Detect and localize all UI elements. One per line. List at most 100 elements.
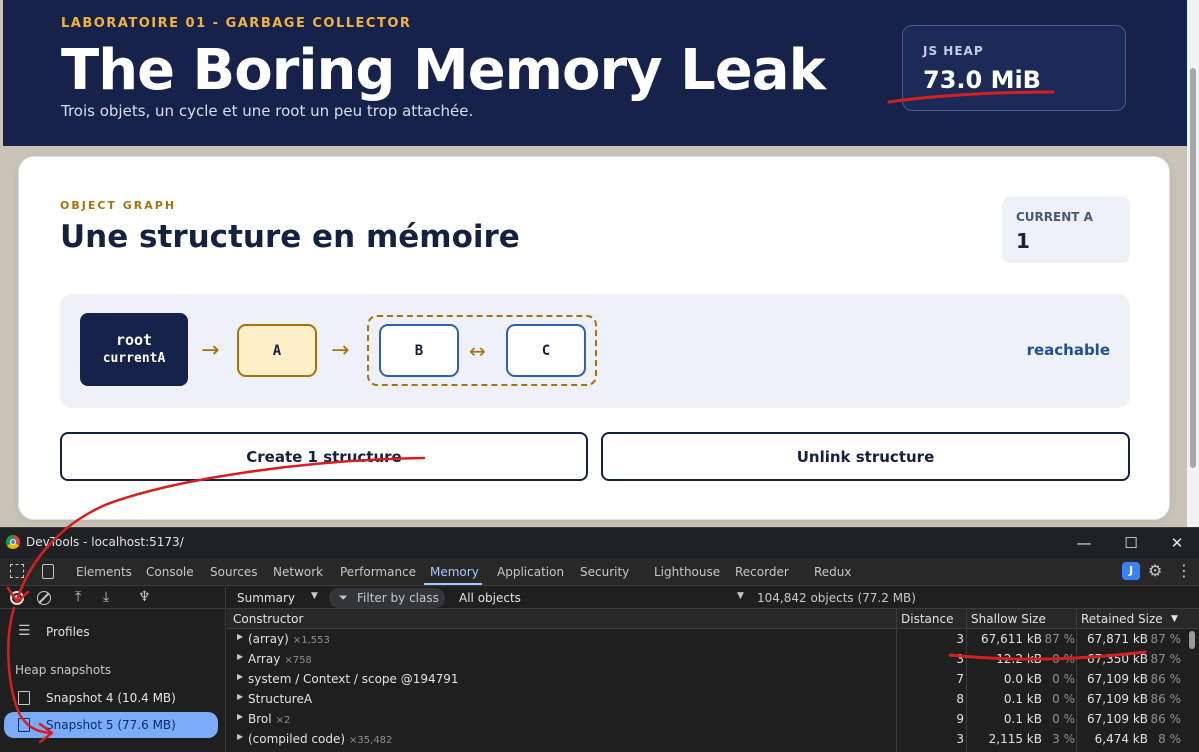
tab-elements[interactable]: Elements bbox=[76, 565, 132, 579]
expand-triangle-icon[interactable]: ▶ bbox=[237, 692, 243, 701]
profiles-toolbar: ⤒ ⤓ ♆ bbox=[0, 587, 226, 609]
tab-application[interactable]: Application bbox=[497, 565, 564, 579]
page-scrollbar-thumb[interactable] bbox=[1190, 68, 1196, 468]
table-row[interactable]: ▶ (array) ×1,553 3 67,611 kB 87 % 67,871 kB 87 … bbox=[227, 629, 1185, 649]
tab-performance[interactable]: Performance bbox=[340, 565, 416, 579]
row-instance-count: ×1,553 bbox=[292, 635, 330, 646]
row-shallow-pct: 0 % bbox=[1052, 692, 1075, 706]
tab-security[interactable]: Security bbox=[580, 565, 629, 579]
js-heap-label: JS HEAP bbox=[923, 44, 984, 58]
expand-triangle-icon[interactable]: ▶ bbox=[237, 712, 243, 721]
row-constructor-name: (compiled code) bbox=[248, 732, 346, 746]
col-divider bbox=[896, 629, 897, 752]
row-shallow-size: 2,115 kB bbox=[988, 732, 1042, 746]
col-constructor[interactable]: Constructor bbox=[233, 612, 303, 626]
row-retained-pct: 86 % bbox=[1150, 692, 1182, 706]
current-a-card: CURRENT A 1 bbox=[1002, 197, 1130, 263]
more-options-icon[interactable]: ⋮ bbox=[1176, 561, 1192, 580]
class-filter-placeholder: Filter by class bbox=[357, 591, 439, 605]
active-tab-indicator bbox=[424, 583, 482, 585]
row-constructor: (array) ×1,553 bbox=[248, 632, 330, 646]
col-divider bbox=[1076, 609, 1077, 629]
inspect-element-icon[interactable] bbox=[10, 564, 24, 578]
col-shallow-size[interactable]: Shallow Size bbox=[971, 612, 1046, 626]
tab-network[interactable]: Network bbox=[273, 565, 323, 579]
objects-filter-select[interactable]: All objects bbox=[459, 591, 521, 605]
record-snapshot-icon[interactable] bbox=[10, 591, 24, 605]
chevron-down-icon[interactable]: ▼ bbox=[311, 591, 318, 601]
upload-icon[interactable]: ⤒ bbox=[75, 589, 81, 605]
row-shallow-size: 0.1 kB bbox=[1003, 712, 1042, 726]
download-icon[interactable]: ⤓ bbox=[103, 589, 109, 605]
table-row[interactable]: ▶ Brol ×2 9 0.1 kB 0 % 67,109 kB 86 % bbox=[227, 709, 1185, 729]
col-distance[interactable]: Distance bbox=[901, 612, 953, 626]
current-a-label: CURRENT A bbox=[1016, 210, 1093, 224]
col-divider bbox=[1076, 629, 1077, 752]
row-constructor-name: Array bbox=[248, 652, 281, 666]
object-graph-card: OBJECT GRAPH Une structure en mémoire CU… bbox=[18, 156, 1170, 520]
row-shallow-pct: 0 % bbox=[1052, 672, 1075, 686]
tab-recorder[interactable]: Recorder bbox=[735, 565, 789, 579]
close-window-button[interactable]: ✕ bbox=[1165, 532, 1189, 554]
table-row[interactable]: ▶ Array ×758 3 12.2 kB 0 % 67,350 kB 87 % bbox=[227, 649, 1185, 669]
row-constructor-name: StructureA bbox=[248, 692, 313, 706]
row-distance: 3 bbox=[956, 732, 964, 746]
table-row[interactable]: ▶ StructureA 8 0.1 kB 0 % 67,109 kB 86 % bbox=[227, 689, 1185, 709]
node-c: C bbox=[506, 324, 586, 377]
tab-sources[interactable]: Sources bbox=[210, 565, 257, 579]
table-row[interactable]: ▶ system / Context / scope @194791 7 0.0 kB… bbox=[227, 669, 1185, 689]
view-select[interactable]: Summary bbox=[237, 591, 295, 605]
chevron-down-icon[interactable]: ▼ bbox=[737, 591, 744, 601]
row-retained-pct: 87 % bbox=[1150, 652, 1182, 666]
tab-memory[interactable]: Memory bbox=[430, 565, 479, 579]
tab-console[interactable]: Console bbox=[146, 565, 194, 579]
row-retained-size: 67,109 kB bbox=[1087, 672, 1148, 686]
device-toolbar-icon[interactable] bbox=[42, 564, 54, 579]
gear-icon[interactable]: ⚙ bbox=[1148, 561, 1162, 580]
expand-triangle-icon[interactable]: ▶ bbox=[237, 732, 243, 741]
clear-all-icon[interactable] bbox=[37, 591, 51, 605]
sidebar-item-profiles[interactable]: ☰ Profiles bbox=[0, 619, 226, 645]
devtools-titlebar: DevTools - localhost:5173/ — ☐ ✕ bbox=[0, 528, 1199, 558]
tab-lighthouse[interactable]: Lighthouse bbox=[654, 565, 720, 579]
row-distance: 3 bbox=[956, 632, 964, 646]
sort-desc-icon[interactable]: ▼ bbox=[1171, 614, 1178, 624]
row-retained-size: 67,109 kB bbox=[1087, 712, 1148, 726]
class-filter-input[interactable]: ⏷ Filter by class bbox=[329, 588, 445, 608]
tab-redux[interactable]: Redux bbox=[814, 565, 852, 579]
row-distance: 3 bbox=[956, 652, 964, 666]
js-heap-card: JS HEAP 73.0 MiB bbox=[902, 25, 1126, 111]
profiles-sidebar: ⤒ ⤓ ♆ ☰ Profiles Heap snapshots Snapshot… bbox=[0, 587, 226, 752]
root-node-label: root bbox=[115, 331, 153, 349]
root-node: root currentA bbox=[80, 313, 188, 386]
arrow-root-to-a: → bbox=[201, 338, 220, 363]
create-structure-button[interactable]: Create 1 structure bbox=[60, 432, 588, 481]
summary-toolbar: Summary ▼ ⏷ Filter by class All objects … bbox=[227, 587, 1199, 609]
minimize-button[interactable]: — bbox=[1072, 532, 1096, 554]
grid-scrollbar[interactable] bbox=[1185, 629, 1199, 752]
row-constructor-name: Brol bbox=[248, 712, 272, 726]
snapshot-item[interactable]: Snapshot 4 (10.4 MB) bbox=[0, 685, 226, 711]
row-distance: 9 bbox=[956, 712, 964, 726]
extension-icon[interactable]: J bbox=[1122, 562, 1140, 580]
filter-icon: ⏷ bbox=[339, 591, 348, 604]
expand-triangle-icon[interactable]: ▶ bbox=[237, 632, 243, 641]
maximize-button[interactable]: ☐ bbox=[1119, 532, 1143, 554]
table-row[interactable]: ▶ (compiled code) ×35,482 3 2,115 kB 3 % 6,474… bbox=[227, 729, 1185, 749]
devtools-tabbar: Elements Console Sources Network Perform… bbox=[0, 558, 1199, 586]
lab-kicker: LABORATOIRE 01 - GARBAGE COLLECTOR bbox=[61, 16, 412, 31]
page-title: The Boring Memory Leak bbox=[61, 38, 826, 103]
expand-triangle-icon[interactable]: ▶ bbox=[237, 652, 243, 661]
collect-garbage-icon[interactable]: ♆ bbox=[138, 589, 151, 605]
heap-summary-panel: Summary ▼ ⏷ Filter by class All objects … bbox=[227, 587, 1199, 752]
row-shallow-pct: 0 % bbox=[1052, 712, 1075, 726]
col-retained-size[interactable]: Retained Size bbox=[1081, 612, 1163, 626]
expand-triangle-icon[interactable]: ▶ bbox=[237, 672, 243, 681]
row-retained-pct: 87 % bbox=[1150, 632, 1182, 646]
js-heap-value: 73.0 MiB bbox=[923, 66, 1041, 94]
unlink-structure-button[interactable]: Unlink structure bbox=[601, 432, 1130, 481]
snapshot-item-selected[interactable]: Snapshot 5 (77.6 MB) bbox=[4, 712, 218, 738]
object-graph: root currentA → A → B ↔ C reachable bbox=[60, 294, 1130, 408]
grid-scrollbar-thumb[interactable] bbox=[1189, 631, 1195, 649]
page-scrollbar[interactable] bbox=[1187, 0, 1199, 527]
